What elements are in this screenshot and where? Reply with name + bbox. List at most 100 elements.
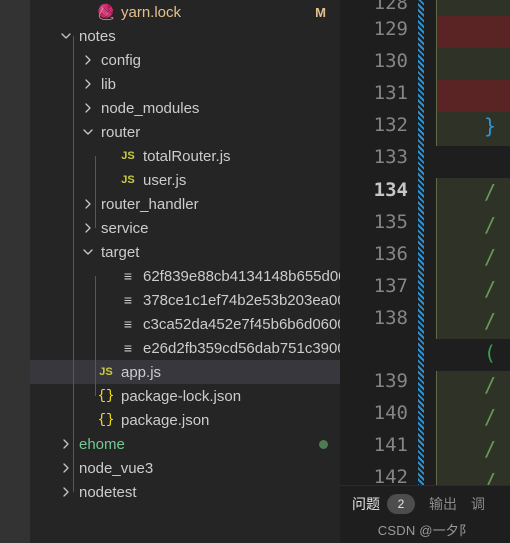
json-icon: {} (97, 412, 115, 428)
explorer-sidebar[interactable]: 🧶 yarn.lock Mnotes config lib node_modulesrou… (30, 0, 340, 543)
json-icon: {} (97, 388, 115, 404)
chevron-right-icon[interactable] (80, 216, 96, 240)
diff-edge (436, 403, 437, 435)
tree-folder-row[interactable]: ehome (30, 432, 340, 456)
tree-file-row[interactable]: ≡ 378ce1c1ef74b2e53b203ea00 (30, 288, 340, 312)
lines-icon: ≡ (123, 316, 133, 332)
indent-guide (95, 276, 96, 396)
tree-folder-row[interactable]: nodetest (30, 480, 340, 504)
tree-folder-row[interactable]: target (30, 240, 340, 264)
panel-tab[interactable]: 问题 2 (352, 493, 415, 514)
diff-edge (436, 275, 437, 307)
code-token: / (484, 245, 497, 269)
diff-added-line[interactable]: / (436, 307, 510, 339)
tree-folder-row[interactable]: node_modules (30, 96, 340, 120)
tree-item-label: yarn.lock (121, 3, 182, 21)
tree-folder-row[interactable]: router_handler (30, 192, 340, 216)
line-number: 137 (373, 275, 408, 297)
chevron-down-icon[interactable] (58, 24, 74, 48)
diff-added-line[interactable]: / (436, 275, 510, 307)
code-token: / (484, 213, 497, 237)
tree-item-label: package.json (121, 411, 210, 429)
tree-file-row[interactable]: ≡ c3ca52da452e7f45b6b6d0600 (30, 312, 340, 336)
diff-edge (436, 80, 437, 112)
diff-added-line[interactable]: / (436, 435, 510, 467)
tree-file-row[interactable]: ≡ e26d2fb359cd56dab751c3900 (30, 336, 340, 360)
tree-file-row[interactable]: ≡ 62f839e88cb4134148b655d00 (30, 264, 340, 288)
diff-added-line[interactable]: } (436, 112, 510, 146)
tree-item-label: c3ca52da452e7f45b6b6d0600 (143, 315, 340, 333)
lines-icon: ≡ (123, 292, 133, 308)
tree-item-label: user.js (143, 171, 187, 189)
code-content[interactable]: } / / / / /(/ / / / (436, 0, 510, 543)
panel-tab-label: 调 (471, 495, 485, 512)
tree-folder-row[interactable]: lib (30, 72, 340, 96)
code-token: / (484, 373, 497, 397)
watermark-text: CSDN @一夕阝 (377, 523, 473, 538)
chevron-right-icon[interactable] (58, 480, 74, 504)
js-icon: JS (121, 150, 135, 162)
tree-file-row[interactable]: JS app.js (30, 360, 340, 384)
panel[interactable]: 问题 2 输出调 CSDN @一夕阝 (340, 485, 510, 543)
line-number: 134 (373, 179, 408, 201)
diff-added-line[interactable]: / (436, 211, 510, 243)
tree-item-label: service (101, 219, 149, 237)
code-line[interactable] (436, 146, 510, 178)
tree-item-label: router_handler (101, 195, 199, 213)
chevron-right-icon[interactable] (80, 48, 96, 72)
file-tree[interactable]: 🧶 yarn.lock Mnotes config lib node_modulesrou… (30, 0, 340, 504)
panel-tab[interactable]: 输出 (429, 494, 457, 514)
tree-file-row[interactable]: JS totalRouter.js (30, 144, 340, 168)
chevron-down-icon[interactable] (80, 240, 96, 264)
code-line[interactable]: ( (436, 339, 510, 371)
tree-file-row[interactable]: {} package-lock.json (30, 384, 340, 408)
line-number: 128 (373, 0, 408, 14)
code-token: } (484, 114, 497, 138)
git-status-dot (319, 439, 328, 449)
diff-added-line[interactable]: / (436, 178, 510, 211)
code-token: / (484, 405, 497, 429)
diff-removed-line[interactable] (436, 16, 510, 48)
chevron-right-icon[interactable] (58, 432, 74, 456)
tree-file-row[interactable]: {} package.json (30, 408, 340, 432)
chevron-right-icon[interactable] (80, 192, 96, 216)
diff-added-line[interactable] (436, 0, 510, 16)
indent-guide (95, 156, 96, 228)
code-token: / (484, 437, 497, 461)
diff-removed-line[interactable] (436, 80, 510, 112)
code-token: / (484, 277, 497, 301)
diff-unchanged-stripe[interactable] (418, 0, 424, 543)
chevron-right-icon[interactable] (58, 456, 74, 480)
tree-folder-row[interactable]: node_vue3 (30, 456, 340, 480)
diff-added-line[interactable]: / (436, 403, 510, 435)
editor-pane[interactable]: } / / / / /(/ / // 128 129 130 131 132 133 134 135 136 1… (340, 0, 510, 543)
line-number: 136 (373, 243, 408, 265)
line-number: 130 (373, 50, 408, 72)
activity-bar[interactable] (0, 0, 30, 543)
diff-added-line[interactable]: / (436, 243, 510, 275)
tree-item-label: totalRouter.js (143, 147, 231, 165)
panel-tab[interactable]: 调 (471, 494, 485, 514)
tree-folder-row[interactable]: router (30, 120, 340, 144)
tree-folder-row[interactable]: service (30, 216, 340, 240)
tree-file-row[interactable]: JS user.js (30, 168, 340, 192)
chevron-down-icon[interactable] (80, 120, 96, 144)
tree-folder-row[interactable]: notes (30, 24, 340, 48)
panel-tabs[interactable]: 问题 2 输出调 (340, 486, 510, 521)
chevron-right-icon[interactable] (80, 72, 96, 96)
diff-added-line[interactable] (436, 48, 510, 80)
tree-folder-row[interactable]: config (30, 48, 340, 72)
tree-item-label: package-lock.json (121, 387, 242, 405)
tree-file-row[interactable]: 🧶 yarn.lock M (30, 0, 340, 24)
js-icon: JS (99, 366, 113, 378)
diff-added-line[interactable]: / (436, 371, 510, 403)
chevron-right-icon[interactable] (80, 96, 96, 120)
tree-item-label: router (101, 123, 141, 141)
panel-tab-label: 问题 (352, 495, 380, 512)
